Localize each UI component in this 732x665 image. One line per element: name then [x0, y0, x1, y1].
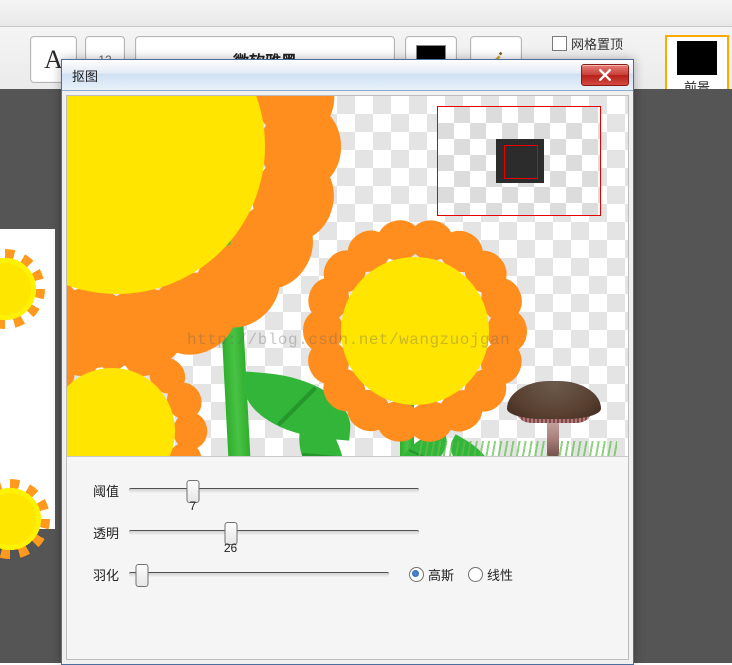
zoom-preview — [437, 106, 601, 216]
close-button[interactable] — [581, 64, 629, 86]
feather-algorithm: 高斯 线性 — [409, 565, 513, 584]
cutout-dialog: 抠图 — [61, 59, 634, 665]
dialog-title: 抠图 — [72, 66, 581, 85]
zoom-cursor — [504, 145, 538, 179]
grid-top-checkbox[interactable] — [552, 36, 567, 51]
feather-slider[interactable] — [129, 572, 389, 577]
opacity-row: 透明 26 — [83, 511, 612, 553]
close-icon — [599, 69, 611, 81]
threshold-slider[interactable]: 7 — [129, 488, 419, 493]
sunflower — [67, 96, 317, 346]
opacity-slider[interactable]: 26 — [129, 530, 419, 535]
opacity-label: 透明 — [83, 523, 119, 542]
radio-gaussian[interactable]: 高斯 — [409, 565, 454, 584]
dialog-body: http://blog.csdn.net/wangzuojgan 阈值 7 透明 — [66, 95, 629, 660]
controls-panel: 阈值 7 透明 26 羽化 — [67, 456, 628, 659]
feather-label: 羽化 — [83, 565, 119, 584]
foreground-color — [677, 41, 717, 75]
radio-gaussian-input[interactable] — [409, 567, 424, 582]
preview-canvas[interactable]: http://blog.csdn.net/wangzuojgan — [67, 96, 628, 456]
grid-top-option[interactable]: 网格置顶 — [552, 34, 623, 53]
sunflower — [67, 346, 197, 456]
threshold-value: 7 — [189, 499, 196, 513]
mushroom — [499, 381, 609, 456]
threshold-row: 阈值 7 — [83, 469, 612, 511]
feather-row: 羽化 高斯 线性 — [83, 553, 612, 595]
feather-thumb[interactable] — [136, 564, 149, 587]
radio-linear-input[interactable] — [468, 567, 483, 582]
tab-strip — [0, 0, 732, 27]
radio-linear[interactable]: 线性 — [468, 565, 513, 584]
threshold-label: 阈值 — [83, 481, 119, 500]
radio-linear-label: 线性 — [487, 565, 513, 584]
grid-top-label: 网格置顶 — [571, 34, 623, 53]
opacity-value: 26 — [224, 541, 237, 555]
dialog-titlebar[interactable]: 抠图 — [62, 60, 633, 91]
radio-gaussian-label: 高斯 — [428, 565, 454, 584]
watermark-text: http://blog.csdn.net/wangzuojgan — [187, 331, 510, 349]
